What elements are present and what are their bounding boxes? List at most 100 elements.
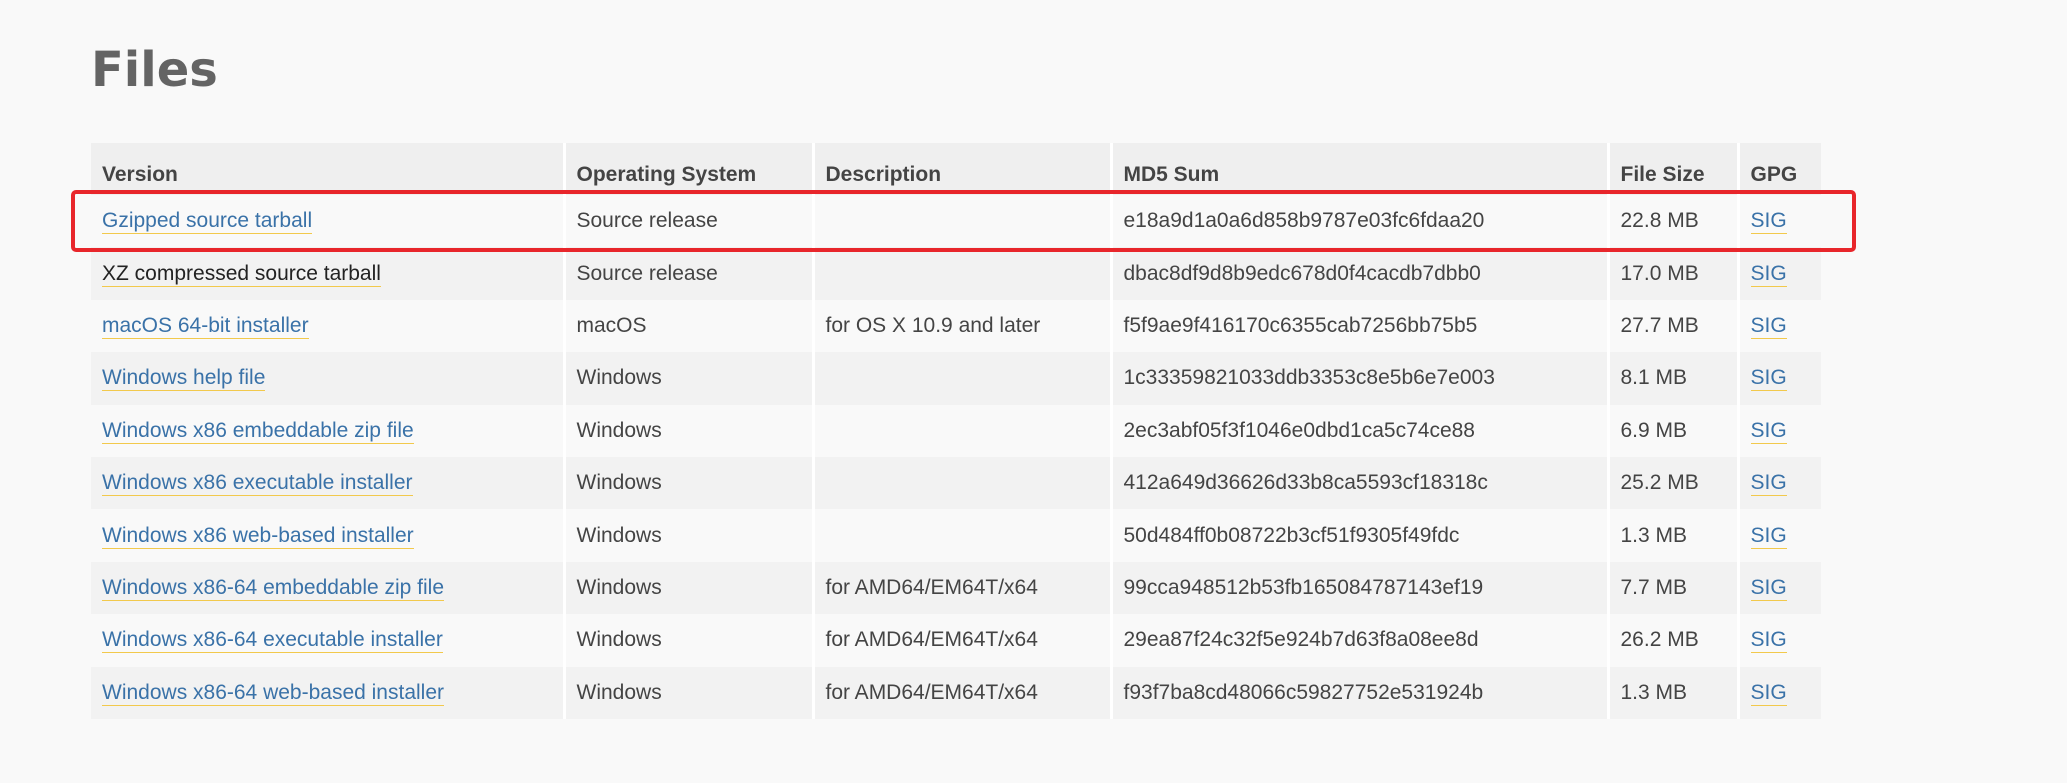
os-cell: Windows xyxy=(564,666,815,719)
table-row: Windows x86-64 embeddable zip file Windo… xyxy=(91,561,1821,615)
header-md5-sum: MD5 Sum xyxy=(1111,143,1610,195)
table-row: Windows help file Windows 1c33359821033d… xyxy=(91,352,1821,405)
header-version: Version xyxy=(91,143,566,195)
table-row: Windows x86-64 executable installer Wind… xyxy=(91,614,1821,667)
version-link[interactable]: macOS 64-bit installer xyxy=(102,313,309,339)
os-cell: Source release xyxy=(564,195,815,248)
sig-link[interactable]: SIG xyxy=(1750,628,1787,654)
description-cell xyxy=(813,509,1113,562)
gpg-cell: SIG xyxy=(1738,404,1821,457)
page: Files Version Operating System Descripti… xyxy=(0,0,2067,783)
version-cell: XZ compressed source tarball xyxy=(91,247,566,300)
size-cell: 1.3 MB xyxy=(1608,666,1740,719)
md5-cell: 1c33359821033ddb3353c8e5b6e7e003 xyxy=(1111,352,1610,405)
version-cell: Windows x86 embeddable zip file xyxy=(91,404,566,457)
os-cell: Source release xyxy=(564,247,815,300)
sig-link[interactable]: SIG xyxy=(1750,313,1787,339)
version-cell: Windows x86-64 web-based installer xyxy=(91,666,566,719)
table-row: XZ compressed source tarball Source rele… xyxy=(91,247,1821,300)
sig-link[interactable]: SIG xyxy=(1750,418,1787,444)
files-table: Version Operating System Description MD5… xyxy=(91,143,1821,719)
gpg-cell: SIG xyxy=(1738,352,1821,405)
size-cell: 27.7 MB xyxy=(1608,299,1740,353)
size-cell: 8.1 MB xyxy=(1608,352,1740,405)
table-row: Gzipped source tarball Source release e1… xyxy=(91,195,1821,248)
description-cell: for AMD64/EM64T/x64 xyxy=(813,666,1113,719)
size-cell: 7.7 MB xyxy=(1608,561,1740,615)
version-link[interactable]: Windows x86 executable installer xyxy=(102,471,413,497)
os-cell: Windows xyxy=(564,352,815,405)
sig-link[interactable]: SIG xyxy=(1750,680,1787,706)
description-cell: for OS X 10.9 and later xyxy=(813,299,1113,353)
version-link[interactable]: Windows x86 embeddable zip file xyxy=(102,418,414,444)
header-operating-system: Operating System xyxy=(564,143,815,195)
md5-cell: 50d484ff0b08722b3cf51f9305f49fdc xyxy=(1111,509,1610,562)
description-cell xyxy=(813,352,1113,405)
os-cell: Windows xyxy=(564,404,815,457)
description-cell xyxy=(813,247,1113,300)
table-header-row: Version Operating System Description MD5… xyxy=(91,143,1821,195)
header-file-size: File Size xyxy=(1608,143,1740,195)
sig-link[interactable]: SIG xyxy=(1750,523,1787,549)
gpg-cell: SIG xyxy=(1738,195,1821,248)
size-cell: 26.2 MB xyxy=(1608,614,1740,667)
description-cell xyxy=(813,404,1113,457)
version-link[interactable]: Windows x86-64 executable installer xyxy=(102,628,443,654)
version-link[interactable]: XZ compressed source tarball xyxy=(102,261,381,287)
size-cell: 17.0 MB xyxy=(1608,247,1740,300)
gpg-cell: SIG xyxy=(1738,247,1821,300)
gpg-cell: SIG xyxy=(1738,456,1821,510)
table-row: Windows x86-64 web-based installer Windo… xyxy=(91,666,1821,719)
md5-cell: 412a649d36626d33b8ca5593cf18318c xyxy=(1111,456,1610,510)
size-cell: 1.3 MB xyxy=(1608,509,1740,562)
os-cell: Windows xyxy=(564,561,815,615)
version-link[interactable]: Windows x86 web-based installer xyxy=(102,523,414,549)
version-cell: Windows x86 executable installer xyxy=(91,456,566,510)
gpg-cell: SIG xyxy=(1738,614,1821,667)
version-cell: Gzipped source tarball xyxy=(91,195,566,248)
sig-link[interactable]: SIG xyxy=(1750,471,1787,497)
md5-cell: 99cca948512b53fb165084787143ef19 xyxy=(1111,561,1610,615)
version-link[interactable]: Gzipped source tarball xyxy=(102,209,313,235)
md5-cell: e18a9d1a0a6d858b9787e03fc6fdaa20 xyxy=(1111,195,1610,248)
gpg-cell: SIG xyxy=(1738,509,1821,562)
header-gpg: GPG xyxy=(1738,143,1821,195)
gpg-cell: SIG xyxy=(1738,666,1821,719)
os-cell: Windows xyxy=(564,456,815,510)
os-cell: Windows xyxy=(564,614,815,667)
header-description: Description xyxy=(813,143,1113,195)
table-row: Windows x86 web-based installer Windows … xyxy=(91,509,1821,562)
description-cell xyxy=(813,195,1113,248)
description-cell: for AMD64/EM64T/x64 xyxy=(813,614,1113,667)
version-cell: Windows x86 web-based installer xyxy=(91,509,566,562)
sig-link[interactable]: SIG xyxy=(1750,366,1787,392)
gpg-cell: SIG xyxy=(1738,561,1821,615)
table-row: Windows x86 executable installer Windows… xyxy=(91,456,1821,510)
version-cell: macOS 64-bit installer xyxy=(91,299,566,353)
size-cell: 22.8 MB xyxy=(1608,195,1740,248)
description-cell xyxy=(813,456,1113,510)
version-link[interactable]: Windows x86-64 web-based installer xyxy=(102,680,444,706)
sig-link[interactable]: SIG xyxy=(1750,575,1787,601)
os-cell: macOS xyxy=(564,299,815,353)
sig-link[interactable]: SIG xyxy=(1750,261,1787,287)
md5-cell: dbac8df9d8b9edc678d0f4cacdb7dbb0 xyxy=(1111,247,1610,300)
version-cell: Windows x86-64 embeddable zip file xyxy=(91,561,566,615)
description-cell: for AMD64/EM64T/x64 xyxy=(813,561,1113,615)
version-link[interactable]: Windows help file xyxy=(102,366,266,392)
md5-cell: f5f9ae9f416170c6355cab7256bb75b5 xyxy=(1111,299,1610,353)
version-link[interactable]: Windows x86-64 embeddable zip file xyxy=(102,575,445,601)
table-row: Windows x86 embeddable zip file Windows … xyxy=(91,404,1821,457)
md5-cell: f93f7ba8cd48066c59827752e531924b xyxy=(1111,666,1610,719)
md5-cell: 29ea87f24c32f5e924b7d63f8a08ee8d xyxy=(1111,614,1610,667)
size-cell: 6.9 MB xyxy=(1608,404,1740,457)
sig-link[interactable]: SIG xyxy=(1750,209,1787,235)
page-title: Files xyxy=(91,42,218,98)
table-row: macOS 64-bit installer macOS for OS X 10… xyxy=(91,299,1821,353)
version-cell: Windows x86-64 executable installer xyxy=(91,614,566,667)
version-cell: Windows help file xyxy=(91,352,566,405)
md5-cell: 2ec3abf05f3f1046e0dbd1ca5c74ce88 xyxy=(1111,404,1610,457)
gpg-cell: SIG xyxy=(1738,299,1821,353)
os-cell: Windows xyxy=(564,509,815,562)
size-cell: 25.2 MB xyxy=(1608,456,1740,510)
